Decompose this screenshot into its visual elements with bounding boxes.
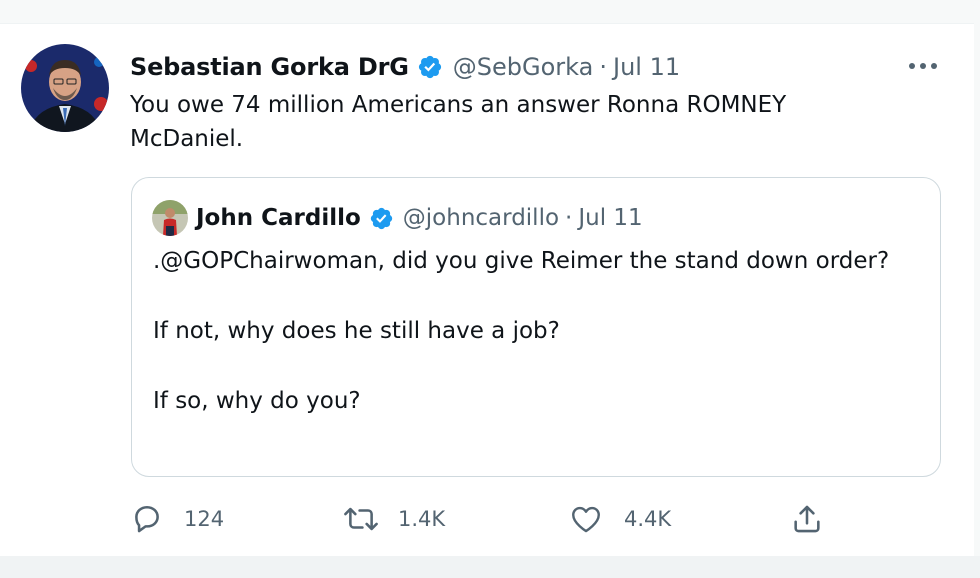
separator-dot: · [599, 53, 607, 81]
quoted-author-handle[interactable]: @johncardillo [403, 205, 559, 231]
author-name[interactable]: Sebastian Gorka DrG [130, 53, 409, 81]
retweet-button[interactable]: 1.4K [342, 494, 445, 544]
like-icon [568, 502, 604, 536]
quoted-author-name[interactable]: John Cardillo [196, 205, 361, 231]
page-footer-strip [0, 556, 980, 578]
verified-icon [369, 206, 394, 231]
quoted-tweet-date[interactable]: Jul 11 [578, 205, 642, 231]
tweet-card[interactable]: Sebastian Gorka DrG @SebGorka · Jul 11 Y… [0, 23, 974, 557]
reply-icon [130, 502, 164, 536]
quoted-text-line: .@GOPChairwoman, did you give Reimer the… [153, 248, 890, 274]
share-icon [790, 502, 824, 536]
like-count: 4.4K [624, 507, 672, 531]
author-avatar[interactable] [21, 44, 109, 132]
retweet-icon [342, 502, 380, 536]
action-bar: 124 1.4K 4.4K [0, 494, 974, 544]
retweet-count: 1.4K [398, 507, 446, 531]
quoted-tweet-text: .@GOPChairwoman, did you give Reimer the… [153, 244, 913, 419]
more-icon[interactable] [906, 52, 940, 80]
tweet-date[interactable]: Jul 11 [613, 53, 680, 81]
tweet-text: You owe 74 million Americans an answer R… [130, 92, 787, 152]
verified-icon [417, 54, 443, 80]
separator-dot: · [565, 205, 573, 231]
tweet-header: Sebastian Gorka DrG @SebGorka · Jul 11 [130, 50, 680, 84]
reply-count: 124 [184, 507, 225, 531]
author-handle[interactable]: @SebGorka [453, 53, 594, 81]
quoted-tweet[interactable]: John Cardillo @johncardillo · Jul 11 .@G… [131, 177, 941, 477]
reply-button[interactable]: 124 [130, 494, 224, 544]
quoted-author-avatar[interactable] [152, 200, 188, 236]
share-button[interactable] [790, 494, 824, 544]
quoted-text-line: If not, why does he still have a job? [153, 318, 560, 344]
quoted-tweet-header: John Cardillo @johncardillo · Jul 11 [196, 202, 643, 234]
quoted-text-line: If so, why do you? [153, 388, 361, 414]
like-button[interactable]: 4.4K [568, 494, 671, 544]
